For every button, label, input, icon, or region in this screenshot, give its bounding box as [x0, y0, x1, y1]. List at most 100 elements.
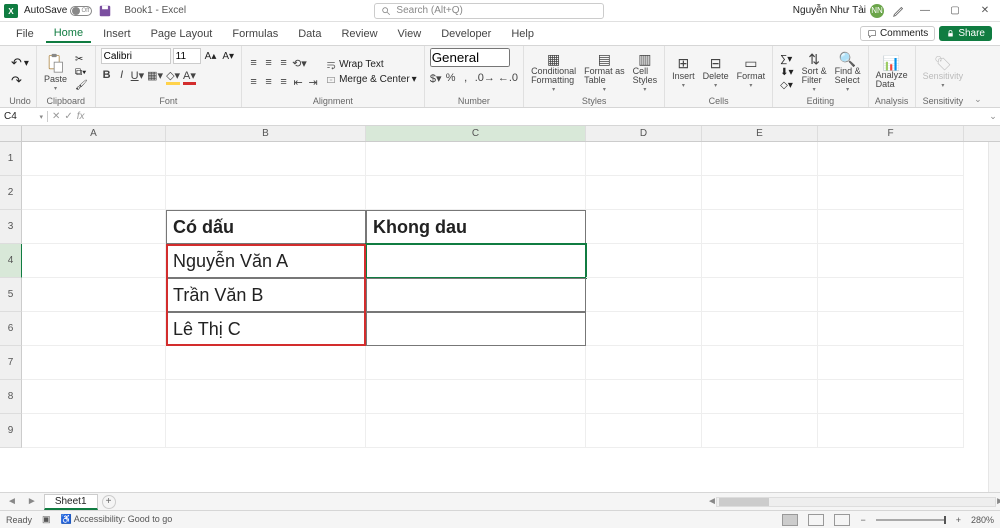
row-header-5[interactable]: 5 — [0, 278, 22, 312]
font-name-select[interactable] — [101, 48, 171, 64]
cell-C7[interactable] — [366, 346, 586, 380]
cell-B5[interactable]: Trần Văn B — [166, 278, 366, 312]
border-button[interactable]: ▦▾ — [147, 69, 163, 85]
sensitivity-button[interactable]: 🏷Sensitivity▾ — [921, 55, 966, 90]
cell-B3[interactable]: Có dấu — [166, 210, 366, 244]
cell-styles-button[interactable]: ▥Cell Styles▾ — [631, 51, 660, 94]
autosave-toggle[interactable]: AutoSave Off — [24, 5, 92, 16]
zoom-slider[interactable] — [876, 519, 946, 521]
cell-A7[interactable] — [22, 346, 166, 380]
sheet-nav-prev[interactable]: ◄ — [4, 496, 20, 507]
decrease-font-button[interactable]: A▾ — [220, 48, 236, 64]
tab-file[interactable]: File — [8, 26, 42, 42]
cell-A9[interactable] — [22, 414, 166, 448]
cut-button[interactable]: ✂ — [73, 54, 90, 65]
tab-data[interactable]: Data — [290, 26, 329, 42]
expand-formula-bar[interactable]: ⌄ — [986, 111, 1000, 122]
fill-button[interactable]: ⬇▾ — [778, 67, 795, 78]
sheet-tab-active[interactable]: Sheet1 — [44, 494, 98, 510]
align-middle-button[interactable]: ≡ — [262, 57, 274, 70]
col-header-A[interactable]: A — [22, 126, 166, 141]
cell-A6[interactable] — [22, 312, 166, 346]
increase-font-button[interactable]: A▴ — [203, 48, 219, 64]
comma-button[interactable]: , — [460, 72, 472, 85]
row-header-4[interactable]: 4 — [0, 244, 22, 278]
view-pagebreak-button[interactable] — [834, 514, 850, 526]
cell-B7[interactable] — [166, 346, 366, 380]
row-header-1[interactable]: 1 — [0, 142, 22, 176]
col-header-C[interactable]: C — [366, 126, 586, 141]
orientation-button[interactable]: ⟲▾ — [292, 57, 307, 70]
save-icon[interactable] — [98, 4, 112, 18]
accounting-button[interactable]: $▾ — [430, 72, 442, 85]
cell-A2[interactable] — [22, 176, 166, 210]
cell-A1[interactable] — [22, 142, 166, 176]
indent-inc-button[interactable]: ⇥ — [307, 76, 319, 89]
cell-D6[interactable] — [586, 312, 702, 346]
cell-A8[interactable] — [22, 380, 166, 414]
find-select-button[interactable]: 🔍Find & Select▾ — [833, 51, 863, 94]
cell-C4[interactable] — [366, 244, 586, 278]
cell-B8[interactable] — [166, 380, 366, 414]
align-top-button[interactable]: ≡ — [247, 57, 259, 70]
cell-B2[interactable] — [166, 176, 366, 210]
format-cells-button[interactable]: ▭Format▾ — [735, 55, 768, 90]
tab-home[interactable]: Home — [46, 25, 91, 43]
add-sheet-button[interactable]: + — [102, 495, 116, 509]
view-pagelayout-button[interactable] — [808, 514, 824, 526]
cell-F6[interactable] — [818, 312, 964, 346]
font-color-button[interactable]: A▾ — [183, 69, 196, 85]
cell-D1[interactable] — [586, 142, 702, 176]
sheet-nav-next[interactable]: ► — [24, 496, 40, 507]
conditional-formatting-button[interactable]: ▦Conditional Formatting▾ — [529, 51, 578, 94]
wrap-text-button[interactable]: Wrap Text — [323, 59, 419, 70]
cell-A3[interactable] — [22, 210, 166, 244]
cell-C9[interactable] — [366, 414, 586, 448]
align-left-button[interactable]: ≡ — [247, 76, 259, 89]
cell-C2[interactable] — [366, 176, 586, 210]
cell-E8[interactable] — [702, 380, 818, 414]
user-badge[interactable]: Nguyễn Như Tài NN — [793, 4, 884, 18]
tab-insert[interactable]: Insert — [95, 26, 139, 42]
macro-record-icon[interactable]: ▣ — [42, 514, 51, 525]
cell-A4[interactable] — [22, 244, 166, 278]
sort-filter-button[interactable]: ⇅Sort & Filter▾ — [800, 51, 829, 94]
select-all-corner[interactable] — [0, 126, 22, 141]
cell-D9[interactable] — [586, 414, 702, 448]
row-header-2[interactable]: 2 — [0, 176, 22, 210]
row-header-9[interactable]: 9 — [0, 414, 22, 448]
increase-decimal-button[interactable]: .0→ — [475, 72, 495, 85]
horizontal-scrollbar[interactable]: ◄► — [716, 497, 996, 507]
cell-F7[interactable] — [818, 346, 964, 380]
collapse-ribbon-button[interactable]: ⌄ — [970, 92, 986, 107]
cell-E2[interactable] — [702, 176, 818, 210]
scroll-left-icon[interactable]: ◄ — [707, 496, 717, 507]
font-size-select[interactable] — [173, 48, 201, 64]
vertical-scrollbar[interactable] — [988, 142, 1000, 492]
indent-dec-button[interactable]: ⇤ — [292, 76, 304, 89]
cell-B6[interactable]: Lê Thị C — [166, 312, 366, 346]
format-painter-button[interactable]: 🖌 — [73, 80, 90, 91]
zoom-out-button[interactable]: − — [860, 515, 865, 525]
undo-button[interactable]: ↶▾ — [9, 55, 31, 71]
search-input[interactable]: Search (Alt+Q) — [374, 3, 604, 19]
col-header-B[interactable]: B — [166, 126, 366, 141]
cell-F3[interactable] — [818, 210, 964, 244]
cell-F9[interactable] — [818, 414, 964, 448]
delete-cells-button[interactable]: ⊟Delete▾ — [701, 55, 731, 90]
col-header-D[interactable]: D — [586, 126, 702, 141]
cell-B9[interactable] — [166, 414, 366, 448]
pen-icon[interactable] — [892, 4, 906, 18]
accept-formula-icon[interactable]: ✓ — [64, 111, 72, 122]
align-right-button[interactable]: ≡ — [277, 76, 289, 89]
underline-button[interactable]: U▾ — [131, 69, 144, 85]
cell-E5[interactable] — [702, 278, 818, 312]
tab-review[interactable]: Review — [333, 26, 385, 42]
cell-F2[interactable] — [818, 176, 964, 210]
row-header-3[interactable]: 3 — [0, 210, 22, 244]
cell-D4[interactable] — [586, 244, 702, 278]
number-format-select[interactable] — [430, 48, 510, 67]
close-button[interactable]: ✕ — [974, 5, 996, 16]
paste-button[interactable]: Paste▾ — [42, 51, 69, 93]
cell-D8[interactable] — [586, 380, 702, 414]
